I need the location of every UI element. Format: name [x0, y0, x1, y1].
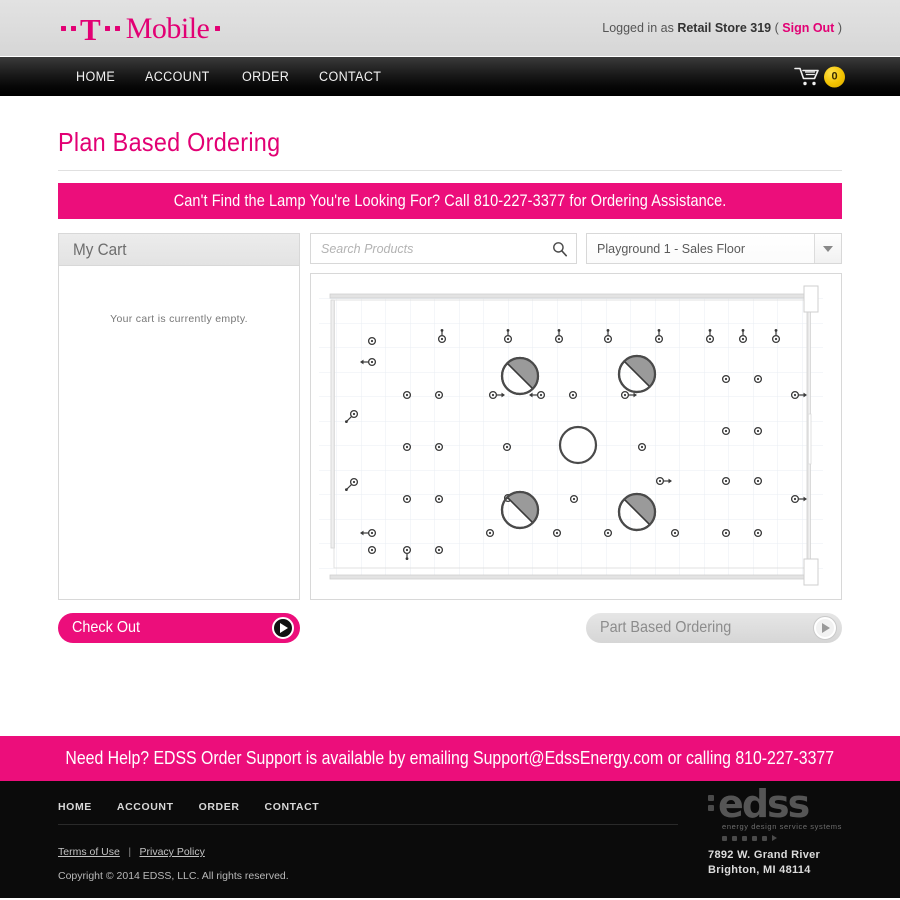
- controls-row: Playground 1 - Sales Floor: [310, 233, 842, 264]
- legal-separator: |: [128, 846, 132, 858]
- edss-address-line2: Brighton, MI 48114: [708, 864, 811, 876]
- logged-in-label: Logged in as: [602, 21, 674, 35]
- logo-word-mobile: Mobile: [125, 11, 210, 45]
- action-buttons-row: Check Out Part Based Ordering: [58, 613, 842, 643]
- terms-of-use-link[interactable]: Terms of Use: [58, 846, 120, 858]
- cart-widget[interactable]: 0: [794, 66, 845, 87]
- logo-dot-5: [214, 26, 220, 31]
- nav-item-account[interactable]: ACCOUNT: [145, 69, 210, 84]
- arrow-right-icon: [280, 623, 288, 633]
- check-out-button[interactable]: Check Out: [58, 613, 300, 643]
- edss-colon-dots: [708, 795, 715, 811]
- footer-nav: HOME ACCOUNT ORDER CONTACT: [58, 801, 678, 825]
- support-footer-banner: Need Help? EDSS Order Support is availab…: [0, 736, 900, 781]
- logo-dot-3: [105, 26, 111, 31]
- edss-tagline: energy design service systems: [722, 822, 842, 831]
- floorplan-drawing[interactable]: [311, 274, 841, 599]
- part-based-ordering-button[interactable]: Part Based Ordering: [586, 613, 842, 643]
- edss-wordmark: edss: [718, 782, 810, 826]
- footer-nav-account[interactable]: ACCOUNT: [117, 801, 174, 813]
- cart-panel: My Cart Your cart is currently empty.: [58, 233, 300, 600]
- page-title: Plan Based Ordering: [58, 127, 281, 157]
- edss-address: 7892 W. Grand River Brighton, MI 48114: [708, 848, 842, 878]
- tmobile-logo[interactable]: T Mobile: [58, 11, 222, 47]
- privacy-policy-link[interactable]: Privacy Policy: [140, 846, 205, 858]
- cart-panel-title: My Cart: [72, 239, 127, 259]
- nav-item-home[interactable]: HOME: [76, 69, 115, 84]
- panels-row: My Cart Your cart is currently empty. Pl…: [58, 233, 842, 600]
- footer-nav-home[interactable]: HOME: [58, 801, 92, 813]
- nav-item-contact[interactable]: CONTACT: [319, 69, 381, 84]
- part-based-arrow-icon: [814, 617, 836, 639]
- edss-dot-row: [722, 835, 842, 841]
- nav-links: HOME ACCOUNT ORDER CONTACT: [76, 69, 386, 84]
- assistance-banner: Can't Find the Lamp You're Looking For? …: [58, 183, 842, 219]
- sign-out-link[interactable]: Sign Out: [782, 21, 834, 35]
- search-input[interactable]: [321, 241, 552, 256]
- account-name: Retail Store 319: [677, 21, 772, 35]
- check-out-arrow-icon: [272, 617, 294, 639]
- shopping-cart-icon: [794, 67, 819, 86]
- login-status: Logged in as Retail Store 319 ( Sign Out…: [602, 21, 842, 35]
- logo-dot-1: [60, 26, 66, 31]
- main-content: Plan Based Ordering Can't Find the Lamp …: [0, 96, 900, 736]
- title-divider: [58, 170, 842, 171]
- footer-nav-order[interactable]: ORDER: [199, 801, 240, 813]
- store-location-dropdown-button[interactable]: [814, 234, 841, 263]
- logo-dot-2: [70, 26, 76, 31]
- assistance-banner-text: Can't Find the Lamp You're Looking For? …: [173, 191, 727, 210]
- store-location-value: Playground 1 - Sales Floor: [597, 241, 745, 256]
- paren-open: (: [774, 21, 779, 35]
- paren-close: ): [837, 21, 842, 35]
- cart-panel-header: My Cart: [59, 234, 299, 266]
- search-box[interactable]: [310, 233, 577, 264]
- chevron-down-icon: [823, 245, 833, 252]
- check-out-button-label: Check Out: [72, 619, 141, 636]
- logo-dot-4: [115, 26, 121, 31]
- edss-branding: edss energy design service systems 7892 …: [708, 782, 842, 878]
- site-footer: HOME ACCOUNT ORDER CONTACT Terms of Use …: [0, 781, 900, 898]
- footer-nav-contact[interactable]: CONTACT: [265, 801, 320, 813]
- logo-letter-t: T: [80, 12, 101, 47]
- floorplan-viewer[interactable]: [310, 273, 842, 600]
- arrow-right-icon-grey: [822, 623, 830, 633]
- cart-count-badge: 0: [824, 66, 845, 87]
- part-based-ordering-label: Part Based Ordering: [600, 619, 732, 636]
- top-header: T Mobile Logged in as Retail Store 319 (…: [0, 0, 900, 57]
- nav-item-order[interactable]: ORDER: [242, 69, 289, 84]
- search-icon[interactable]: [552, 241, 568, 257]
- right-column: Playground 1 - Sales Floor: [310, 233, 842, 600]
- edss-logo: edss: [708, 782, 842, 826]
- floorplan-lamp-fixture[interactable]: [558, 425, 598, 465]
- main-navbar: HOME ACCOUNT ORDER CONTACT 0: [0, 57, 900, 96]
- store-location-select[interactable]: Playground 1 - Sales Floor: [586, 233, 842, 264]
- support-footer-text: Need Help? EDSS Order Support is availab…: [65, 748, 835, 768]
- edss-address-line1: 7892 W. Grand River: [708, 849, 821, 861]
- cart-panel-body: Your cart is currently empty.: [59, 266, 299, 599]
- cart-empty-message: Your cart is currently empty.: [110, 313, 248, 325]
